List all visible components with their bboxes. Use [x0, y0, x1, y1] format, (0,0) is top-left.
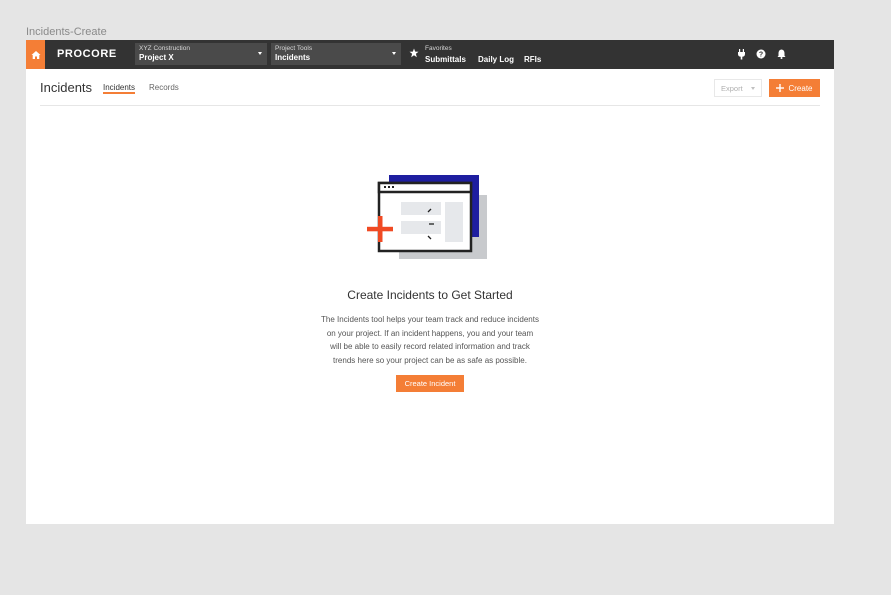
- tool-picker-label: Project Tools: [275, 45, 313, 52]
- plus-icon: [776, 84, 785, 92]
- favorites-label: Favorites: [425, 45, 452, 52]
- export-button[interactable]: Export: [714, 79, 762, 97]
- create-incident-button[interactable]: Create Incident: [396, 375, 464, 392]
- tool-name: Incidents: [275, 53, 311, 62]
- svg-text:?: ?: [759, 52, 763, 59]
- home-icon: [31, 50, 40, 59]
- home-button[interactable]: [26, 40, 45, 69]
- tab-records[interactable]: Records: [149, 83, 179, 92]
- help-icon[interactable]: ?: [756, 49, 766, 59]
- create-label: Create: [788, 83, 813, 93]
- incidents-illustration-icon: [367, 175, 487, 259]
- frame-label: Incidents-Create: [26, 26, 107, 38]
- project-name: Project X: [139, 53, 174, 62]
- description-line: trends here so your project can be as sa…: [333, 355, 527, 365]
- description-line: will be able to easily record related in…: [330, 342, 530, 351]
- tab-incidents[interactable]: Incidents: [103, 83, 135, 92]
- empty-state-description: The Incidents tool helps your team track…: [296, 313, 564, 367]
- favorite-rfis[interactable]: RFIs: [524, 55, 541, 64]
- app-window: PROCORE XYZ Construction Project X Proje…: [26, 40, 834, 524]
- star-icon[interactable]: [409, 48, 419, 58]
- project-picker[interactable]: XYZ Construction Project X: [135, 43, 267, 65]
- plug-icon[interactable]: [737, 49, 746, 60]
- bell-icon[interactable]: [777, 49, 786, 59]
- chevron-down-icon: [751, 87, 755, 90]
- tool-picker[interactable]: Project Tools Incidents: [271, 43, 401, 65]
- description-line: on your project. If an incident happens,…: [326, 328, 534, 338]
- active-tab-indicator: [103, 92, 135, 94]
- page-title: Incidents: [40, 80, 93, 95]
- favorite-submittals[interactable]: Submittals: [425, 55, 466, 64]
- description-line: The Incidents tool helps your team track…: [321, 315, 539, 324]
- favorite-daily-log[interactable]: Daily Log: [478, 55, 514, 64]
- header-divider: [40, 105, 820, 106]
- company-name: XYZ Construction: [139, 45, 190, 52]
- procore-logo[interactable]: PROCORE: [57, 48, 117, 60]
- chevron-down-icon: [392, 52, 396, 55]
- chevron-down-icon: [258, 52, 262, 55]
- empty-state-title: Create Incidents to Get Started: [347, 288, 513, 302]
- top-nav: PROCORE XYZ Construction Project X Proje…: [26, 40, 834, 69]
- create-button[interactable]: Create: [769, 79, 820, 97]
- export-label: Export: [721, 84, 743, 93]
